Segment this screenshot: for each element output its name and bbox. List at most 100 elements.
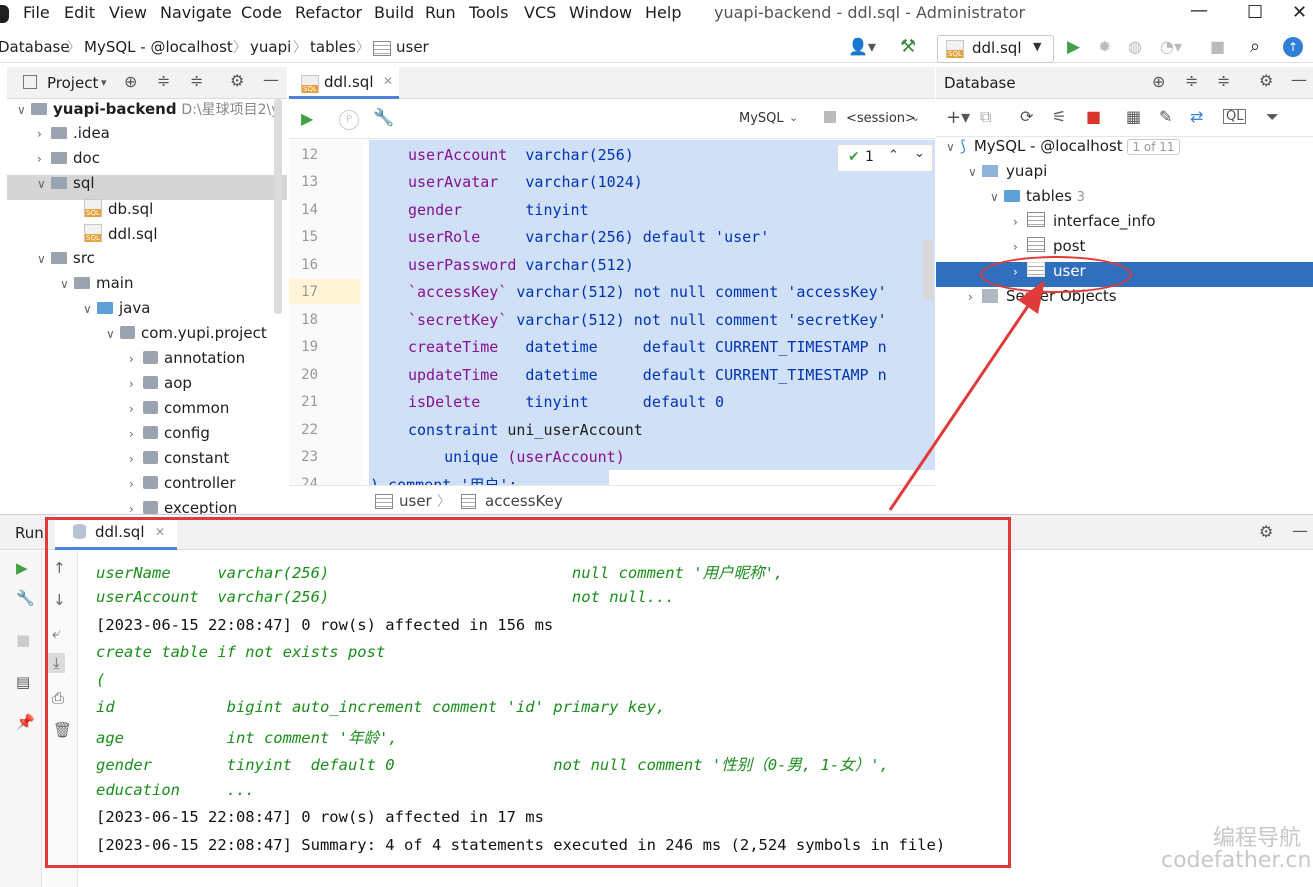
tree-item-aop[interactable]: › aop — [129, 374, 192, 399]
search-icon[interactable]: ⌕ — [1250, 38, 1260, 56]
menu-file[interactable]: File — [23, 3, 50, 22]
chevron-right-icon: › — [129, 452, 134, 466]
line-number: 18 — [301, 312, 318, 328]
stop-icon[interactable]: ■ — [16, 631, 30, 649]
close-window-icon[interactable]: ✕ — [1292, 2, 1307, 23]
menu-refactor[interactable]: Refactor — [295, 3, 362, 22]
tree-item-idea[interactable]: › .idea — [37, 124, 110, 149]
db-tree-connection[interactable]: ∨ ⟆ MySQL - @localhost 1 of 11 — [946, 137, 1180, 162]
tree-item-constant[interactable]: › constant — [129, 449, 229, 474]
maximize-icon[interactable]: ☐ — [1247, 2, 1263, 23]
project-tab-label[interactable]: Project — [47, 74, 98, 92]
breadcrumb-tables[interactable]: tables — [310, 38, 356, 56]
jump-to-icon[interactable]: ⇄ — [1190, 109, 1203, 125]
dropdown-arrow-icon[interactable]: ▾ — [101, 76, 107, 89]
build-hammer-icon[interactable]: ⚒ — [900, 38, 916, 56]
coverage-icon[interactable]: ◍ — [1128, 39, 1142, 55]
collapse-all-icon[interactable]: ≑ — [1185, 73, 1198, 89]
tree-item-root[interactable]: ∨ yuapi-backend D:\星球项目2\y — [17, 99, 280, 124]
console-icon[interactable]: QL — [1223, 109, 1247, 124]
dropdown-arrow-icon[interactable]: ⌄ — [789, 111, 798, 124]
stop-icon[interactable]: ■ — [1210, 39, 1225, 55]
user-account-icon[interactable]: 👤▾ — [848, 39, 876, 55]
close-tab-icon[interactable]: ✕ — [383, 74, 393, 88]
tree-item-common[interactable]: › common — [129, 399, 229, 424]
menu-window[interactable]: Window — [569, 3, 632, 22]
table-view-icon[interactable]: ▦ — [1126, 109, 1141, 125]
menu-view[interactable]: View — [109, 3, 147, 22]
run-config-select[interactable]: ddl.sql ▼ — [937, 35, 1054, 63]
layout-icon[interactable]: ▤ — [16, 673, 30, 691]
hide-panel-icon[interactable]: — — [1291, 72, 1307, 88]
menu-tools[interactable]: Tools — [469, 3, 508, 22]
add-icon[interactable]: +▾ — [946, 109, 970, 127]
hide-panel-icon[interactable]: — — [1292, 523, 1308, 539]
dropdown-arrow-icon[interactable]: ⌄ — [911, 111, 920, 124]
minimize-icon[interactable]: — — [1190, 0, 1208, 21]
chevron-down-icon: ∨ — [946, 140, 955, 154]
rerun-icon[interactable]: ▶ — [16, 559, 28, 577]
project-scrollbar[interactable] — [274, 99, 282, 314]
tree-item-doc[interactable]: › doc — [37, 149, 100, 174]
menu-code[interactable]: Code — [241, 3, 282, 22]
collapse-all-icon[interactable]: ≑ — [157, 73, 170, 89]
menu-help[interactable]: Help — [645, 3, 681, 22]
breadcrumb-table[interactable]: user — [399, 492, 432, 510]
menu-run[interactable]: Run — [425, 3, 456, 22]
wrench-icon[interactable]: 🔧 — [16, 589, 35, 607]
db-tree-schema[interactable]: ∨ yuapi — [968, 162, 1047, 187]
tree-item-ddl-sql[interactable]: ddl.sql — [84, 224, 157, 249]
tree-item-main[interactable]: ∨ main — [60, 274, 133, 299]
run-icon[interactable]: ▶ — [1067, 39, 1080, 56]
update-icon[interactable]: ↑ — [1283, 37, 1303, 57]
menu-vcs[interactable]: VCS — [524, 3, 556, 22]
menu-navigate[interactable]: Navigate — [160, 3, 232, 22]
filter-icon[interactable]: ⏷ — [1266, 109, 1279, 125]
disconnect-icon[interactable]: ■ — [1086, 109, 1101, 125]
dialect-select[interactable]: MySQL — [739, 111, 784, 126]
breadcrumb-schema[interactable]: yuapi — [250, 38, 291, 56]
gear-icon[interactable]: ⚙ — [1259, 524, 1273, 540]
crosshair-icon[interactable]: ⊕ — [1152, 74, 1165, 90]
tree-item-package[interactable]: ∨ com.yupi.project — [106, 324, 267, 349]
db-tree-tables[interactable]: ∨ tables 3 — [990, 187, 1085, 212]
folder-icon — [74, 277, 90, 289]
wrench-icon[interactable]: 🔧 — [373, 110, 394, 127]
tree-item-controller[interactable]: › controller — [129, 474, 236, 499]
tree-item-java[interactable]: ∨ java — [83, 299, 150, 324]
refresh-icon[interactable]: ⟳ — [1020, 109, 1033, 125]
window-title: yuapi-backend - ddl.sql - Administrator — [714, 3, 1026, 22]
menu-edit[interactable]: Edit — [64, 3, 95, 22]
tree-item-exception[interactable]: › exception — [129, 499, 237, 514]
profile-icon[interactable]: ◔▾ — [1160, 39, 1182, 55]
editor-tab-ddl[interactable]: ddl.sql ✕ — [289, 67, 399, 99]
crosshair-icon[interactable]: ⊕ — [124, 74, 137, 90]
line-number: 24 — [301, 476, 318, 485]
tree-item-src[interactable]: ∨ src — [37, 249, 95, 274]
edit-icon[interactable]: ✎ — [1159, 109, 1172, 125]
pin-icon[interactable]: 📌 — [16, 713, 35, 731]
tree-item-annotation[interactable]: › annotation — [129, 349, 245, 374]
breadcrumb-user[interactable]: user — [396, 38, 429, 56]
folder-icon — [51, 152, 67, 164]
expand-all-icon[interactable]: ≑ — [1217, 73, 1230, 89]
gear-icon[interactable]: ⚙ — [1259, 73, 1273, 89]
schema-sync-icon[interactable]: ⚟ — [1052, 109, 1066, 125]
db-tree-table-interface-info[interactable]: › interface_info — [1013, 212, 1156, 237]
menu-build[interactable]: Build — [374, 3, 414, 22]
gear-icon[interactable]: ⚙ — [230, 73, 244, 89]
breadcrumb-database[interactable]: Database — [0, 38, 70, 56]
tree-item-sql[interactable]: ∨ sql — [37, 174, 95, 199]
tree-item-db-sql[interactable]: db.sql — [84, 199, 153, 224]
execute-icon[interactable]: ▶ — [301, 111, 313, 127]
breadcrumb-column[interactable]: accessKey — [485, 492, 563, 510]
debug-icon[interactable]: ✹ — [1098, 39, 1111, 55]
tree-item-config[interactable]: › config — [129, 424, 210, 449]
hide-panel-icon[interactable]: — — [263, 72, 279, 88]
code-line: `secretKey` varchar(512) not null commen… — [408, 311, 887, 329]
breadcrumb-connection[interactable]: MySQL - @localhost — [84, 38, 233, 56]
transaction-icon[interactable]: P — [339, 110, 359, 130]
duplicate-icon[interactable]: ⧉ — [980, 109, 991, 125]
expand-all-icon[interactable]: ≑ — [190, 73, 203, 89]
session-select[interactable]: <session> — [846, 111, 916, 126]
